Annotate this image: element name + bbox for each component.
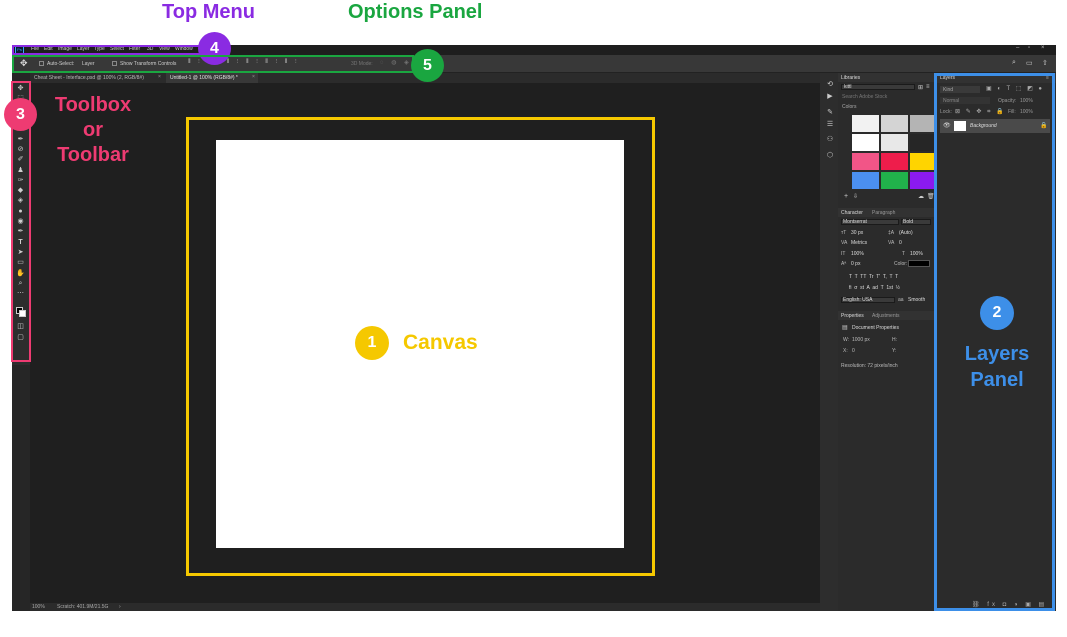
colors-label: Colors [842, 104, 857, 110]
layers-panel-title-line1: Layers [964, 343, 1030, 365]
font-family: Montserrat [843, 219, 867, 225]
toolbox-title-line2: or [83, 119, 103, 141]
leading-icon: ‡A [888, 230, 895, 236]
brushes-icon[interactable]: ✎ [825, 109, 835, 117]
document-icon: ▤ [842, 325, 848, 331]
leading[interactable]: (Auto) [899, 230, 913, 236]
x-value[interactable]: 0 [852, 348, 855, 354]
layers-panel-title: Layers Panel [945, 341, 1049, 393]
baseline-icon: Aª [841, 261, 847, 267]
document-properties-title: Document Properties [852, 325, 899, 331]
kerning-icon: VA [841, 240, 848, 246]
cloud-icon[interactable]: ☁ [918, 193, 924, 200]
toolbox-badge: 3 [4, 98, 37, 131]
search-icon[interactable]: ⌕ [1012, 59, 1016, 67]
add-icon[interactable]: + [844, 193, 848, 200]
tab-adjustments[interactable]: Adjustments [872, 313, 900, 319]
stock-search-input[interactable]: Search Adobe Stock [842, 94, 932, 100]
layers-panel-title-line2: Panel [970, 369, 1024, 391]
font-size[interactable]: 30 px [851, 230, 863, 236]
minimize-icon[interactable]: – [1016, 45, 1019, 51]
color-swatch[interactable] [881, 153, 908, 170]
share-icon[interactable]: ⇧ [1042, 59, 1048, 67]
text-color-swatch[interactable] [908, 260, 930, 267]
top-menu-title: Top Menu [162, 1, 255, 23]
layers-panel-badge: 2 [980, 296, 1014, 330]
font-style: Bold [903, 219, 914, 225]
adjustments-icon[interactable]: ☰ [825, 121, 835, 129]
font-size-icon: тT [841, 230, 847, 236]
width-value[interactable]: 1000 px [852, 337, 870, 343]
status-bar: 100% Scratch: 401.9M/21.5G › [30, 603, 820, 611]
toolbox-title: Toolbox or Toolbar [40, 93, 146, 168]
play-icon[interactable]: ▶ [825, 93, 835, 101]
restore-icon[interactable]: ▫ [1028, 45, 1030, 51]
color-swatch[interactable] [852, 134, 879, 151]
toolbox-title-line3: Toolbar [57, 144, 129, 166]
panel-icon-strip: ⟲ ▶ ✎ ☰ ⚇ ⬡ [820, 73, 840, 611]
type-style-buttons[interactable]: T T TT Tr T' T, T T [849, 274, 898, 280]
options-panel-title: Options Panel [348, 1, 483, 23]
workspace-icon[interactable]: ▭ [1026, 59, 1033, 67]
hscale-icon: T [902, 251, 906, 257]
options-panel-highlight [12, 55, 414, 73]
color-swatch[interactable] [881, 134, 908, 151]
list-view-icon[interactable]: ≡ [926, 84, 930, 90]
upload-icon[interactable]: ⇩ [853, 193, 858, 200]
close-icon[interactable]: × [1041, 45, 1045, 51]
tab-paragraph[interactable]: Paragraph [872, 210, 895, 216]
antialias-icon: aa [898, 297, 904, 303]
right-panel-group: Libraries kittl ⊞ ≡ Search Adobe Stock C… [838, 73, 937, 611]
tracking[interactable]: 0 [899, 240, 902, 246]
close-tab-icon[interactable]: × [158, 74, 161, 80]
library-name: kittl [844, 84, 852, 90]
zoom-level[interactable]: 100% [32, 604, 45, 610]
properties-header: Properties Adjustments [838, 311, 934, 320]
libraries-header: Libraries [838, 73, 934, 82]
vertical-scale[interactable]: 100% [851, 251, 864, 257]
options-panel-badge: 5 [411, 49, 444, 82]
people-icon[interactable]: ⚇ [825, 136, 835, 144]
tab-properties[interactable]: Properties [841, 313, 864, 319]
color-swatch[interactable] [910, 172, 937, 189]
color-label: Color: [894, 261, 908, 267]
canvas-badge: 1 [355, 326, 389, 360]
opentype-buttons[interactable]: fi σ st A ad T 1st ½ [849, 285, 900, 291]
history-icon[interactable]: ⟲ [825, 81, 835, 89]
resolution-info: Resolution: 72 pixels/inch [841, 363, 898, 369]
tab-untitled[interactable]: Untitled-1 @ 100% (RGB/8#) * [166, 73, 258, 83]
color-swatch[interactable] [852, 172, 879, 189]
tab-cheat-sheet[interactable]: Cheat Sheet - Interface.psd @ 100% (2, R… [30, 73, 164, 83]
color-swatch[interactable] [910, 153, 937, 170]
vscale-icon: IT [841, 251, 846, 257]
color-swatch[interactable] [881, 115, 908, 132]
grid-view-icon[interactable]: ⊞ [918, 84, 923, 91]
library-select[interactable] [841, 84, 915, 90]
horizontal-scale[interactable]: 100% [910, 251, 923, 257]
height-label: H: [892, 337, 897, 343]
tab-libraries[interactable]: Libraries [841, 75, 860, 81]
tab-character[interactable]: Character [841, 210, 863, 216]
baseline-shift[interactable]: 0 px [851, 261, 860, 267]
canvas-title: Canvas [403, 331, 478, 354]
color-swatch[interactable] [910, 115, 937, 132]
color-swatch[interactable] [910, 134, 937, 151]
3d-icon[interactable]: ⬡ [825, 152, 835, 160]
width-label: W: [843, 337, 850, 343]
color-swatch[interactable] [852, 153, 879, 170]
tracking-icon: VA [888, 240, 895, 246]
x-label: X: [843, 348, 848, 354]
scratch-info: Scratch: 401.9M/21.5G [57, 604, 109, 610]
top-menu-highlight [12, 45, 202, 55]
chevron-right-icon[interactable]: › [119, 604, 121, 610]
character-header: Character Paragraph [838, 208, 934, 217]
color-swatch[interactable] [852, 115, 879, 132]
antialias-method[interactable]: Smooth [908, 297, 925, 303]
language: English: USA [843, 297, 873, 303]
toolbox-title-line1: Toolbox [54, 94, 132, 116]
y-label: Y: [892, 348, 897, 354]
color-swatch[interactable] [881, 172, 908, 189]
kerning[interactable]: Metrics [851, 240, 867, 246]
close-tab-icon[interactable]: × [252, 74, 255, 80]
